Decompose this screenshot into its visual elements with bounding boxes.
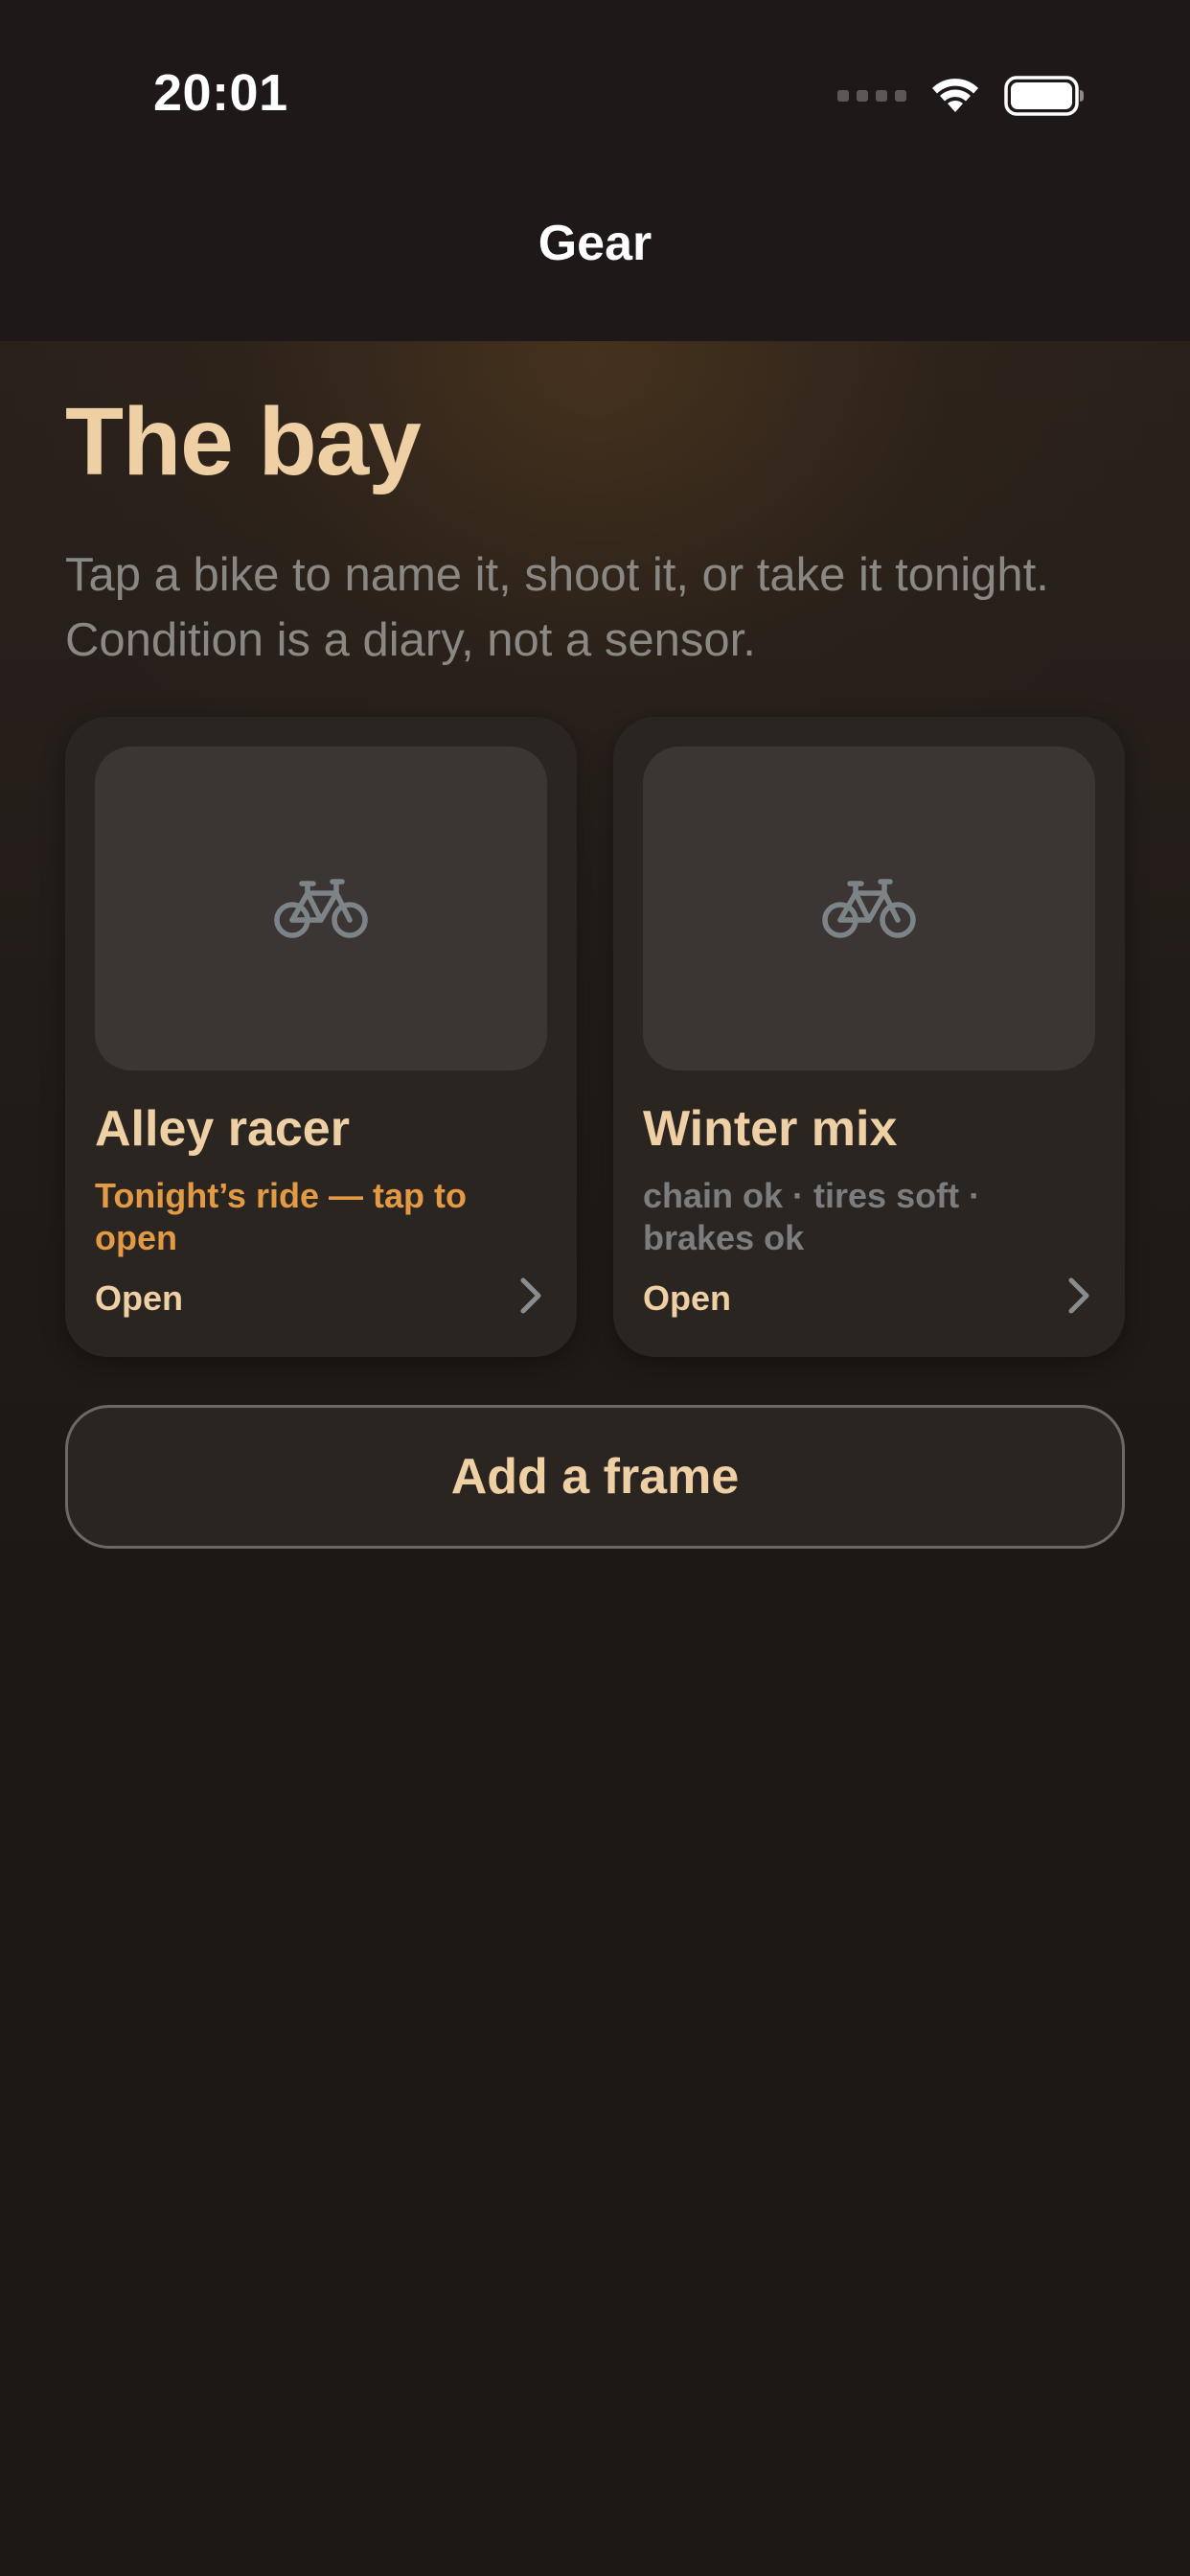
wifi-icon	[932, 79, 978, 112]
bike-name: Winter mix	[643, 1101, 898, 1157]
app-screen: 20:01 Gear The bay Tap a bike to name it…	[0, 0, 1190, 2576]
page-title: The bay	[65, 388, 422, 495]
bicycle-icon	[274, 879, 368, 938]
main-content: The bay Tap a bike to name it, shoot it,…	[0, 341, 1190, 2576]
add-frame-button[interactable]: Add a frame	[65, 1405, 1125, 1549]
bike-card-alley-racer[interactable]: Alley racer Tonight’s ride — tap to open…	[65, 717, 577, 1357]
open-label[interactable]: Open	[643, 1278, 731, 1319]
bike-card-winter-mix[interactable]: Winter mix chain ok · tires soft · brake…	[613, 717, 1125, 1357]
nav-title: Gear	[538, 216, 652, 271]
bike-photo-placeholder[interactable]	[643, 747, 1095, 1070]
battery-icon	[1004, 76, 1084, 116]
bike-name: Alley racer	[95, 1101, 350, 1157]
bike-photo-placeholder[interactable]	[95, 747, 547, 1070]
chevron-right-icon	[1068, 1277, 1089, 1314]
open-label[interactable]: Open	[95, 1278, 183, 1319]
header-area: 20:01 Gear	[0, 0, 1190, 341]
bike-status: Tonight’s ride — tap to open	[95, 1176, 467, 1257]
bike-condition: chain ok · tires soft · brakes ok	[643, 1176, 981, 1257]
status-icons	[837, 75, 1085, 117]
page-subtitle: Tap a bike to name it, shoot it, or take…	[65, 549, 1049, 666]
status-time: 20:01	[153, 64, 288, 122]
bicycle-icon	[822, 879, 916, 938]
cellular-signal-icon	[837, 90, 906, 102]
chevron-right-icon	[520, 1277, 541, 1314]
